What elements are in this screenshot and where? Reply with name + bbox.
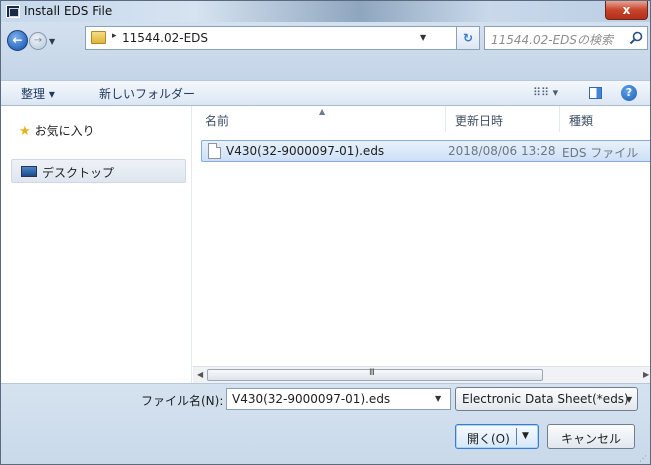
star-icon: ★: [19, 124, 31, 139]
nav-item-desktop-label: デスクトップ: [42, 166, 115, 180]
horizontal-scrollbar[interactable]: ◀ III ▶: [193, 366, 650, 383]
close-button[interactable]: x: [605, 1, 648, 20]
search-icon[interactable]: [628, 30, 644, 46]
new-folder-button[interactable]: 新しいフォルダー: [99, 85, 195, 102]
dialog-footer: ファイル名(N): V430(32-9000097-01).eds ▼ Elec…: [1, 383, 650, 464]
sort-indicator-icon: ▲: [319, 107, 326, 116]
search-placeholder: 11544.02-EDSの検索: [491, 33, 614, 47]
file-date: 2018/08/06 13:28: [448, 144, 556, 158]
file-type: EDS ファイル: [562, 146, 639, 160]
open-dropdown-icon[interactable]: ▼: [522, 431, 529, 441]
organize-button[interactable]: 整理 ▾: [21, 85, 55, 102]
history-dropdown-icon[interactable]: ▼: [49, 37, 55, 46]
resize-grip-icon[interactable]: ⋰: [639, 454, 647, 463]
command-toolbar: 整理 ▾ 新しいフォルダー ⠿⠿ ▾ ?: [1, 80, 650, 106]
file-row-selected[interactable]: V430(32-9000097-01).eds 2018/08/06 13:28…: [201, 140, 650, 162]
navigation-pane: ★ お気に入り デスクトップ: [1, 106, 192, 383]
filename-field[interactable]: V430(32-9000097-01).eds ▼: [226, 388, 451, 410]
open-split-divider: [516, 428, 517, 445]
open-button[interactable]: 開く(O) ▼: [455, 424, 539, 449]
title-bar[interactable]: Install EDS File x: [1, 1, 650, 22]
column-header-name[interactable]: 名前: [205, 106, 229, 132]
nav-item-favorites-label: お気に入り: [34, 124, 95, 138]
file-name: V430(32-9000097-01).eds: [226, 144, 385, 158]
filename-dropdown-icon[interactable]: ▼: [435, 394, 441, 403]
scroll-grip: III: [369, 368, 375, 378]
app-icon: [6, 5, 20, 18]
filetype-dropdown-icon[interactable]: ▼: [626, 395, 632, 404]
file-list: ▲ 名前 更新日時 種類 V430(32-9000097-01).eds 201…: [193, 106, 650, 383]
breadcrumb-folder[interactable]: 11544.02-EDS: [122, 31, 208, 45]
column-header-date[interactable]: 更新日時: [455, 106, 503, 132]
refresh-icon[interactable]: ↻: [456, 26, 480, 50]
filename-label: ファイル名(N):: [141, 394, 224, 408]
back-arrow-icon[interactable]: ←: [7, 30, 28, 51]
address-dropdown-icon[interactable]: ▼: [420, 33, 426, 42]
scroll-thumb[interactable]: III: [207, 368, 543, 381]
preview-pane-icon[interactable]: [589, 87, 602, 99]
scroll-right-icon[interactable]: ▶: [643, 370, 649, 379]
file-icon: [208, 143, 221, 159]
desktop-icon: [21, 166, 37, 177]
filename-value[interactable]: V430(32-9000097-01).eds: [232, 392, 390, 406]
help-icon[interactable]: ?: [621, 85, 637, 101]
nav-item-favorites[interactable]: ★ お気に入り: [19, 122, 95, 139]
forward-arrow-icon[interactable]: →: [29, 32, 47, 50]
install-eds-dialog: Install EDS File x ← → ▼ ▸ 11544.02-EDS …: [0, 0, 651, 465]
content-area: ★ お気に入り デスクトップ ▲ 名前 更新日時 種類 V430(32-90000…: [1, 106, 650, 383]
column-header-type[interactable]: 種類: [569, 106, 593, 132]
filetype-select[interactable]: Electronic Data Sheet(*eds) ▼: [455, 387, 638, 411]
cancel-button[interactable]: キャンセル: [547, 424, 635, 449]
window-title: Install EDS File: [24, 4, 113, 18]
column-divider[interactable]: [445, 106, 446, 132]
folder-icon: [91, 31, 106, 44]
scroll-left-icon[interactable]: ◀: [197, 370, 203, 379]
filetype-value: Electronic Data Sheet(*eds): [462, 392, 629, 406]
view-icon[interactable]: ⠿⠿ ▾: [533, 86, 558, 99]
column-divider[interactable]: [559, 106, 560, 132]
open-button-label: 開く(O): [467, 432, 510, 446]
address-bar[interactable]: ▸ 11544.02-EDS ▼: [85, 26, 457, 50]
cancel-button-label: キャンセル: [560, 432, 621, 446]
search-input[interactable]: 11544.02-EDSの検索: [484, 26, 648, 50]
nav-item-desktop[interactable]: デスクトップ: [11, 159, 186, 183]
breadcrumb-separator[interactable]: ▸: [112, 31, 117, 41]
